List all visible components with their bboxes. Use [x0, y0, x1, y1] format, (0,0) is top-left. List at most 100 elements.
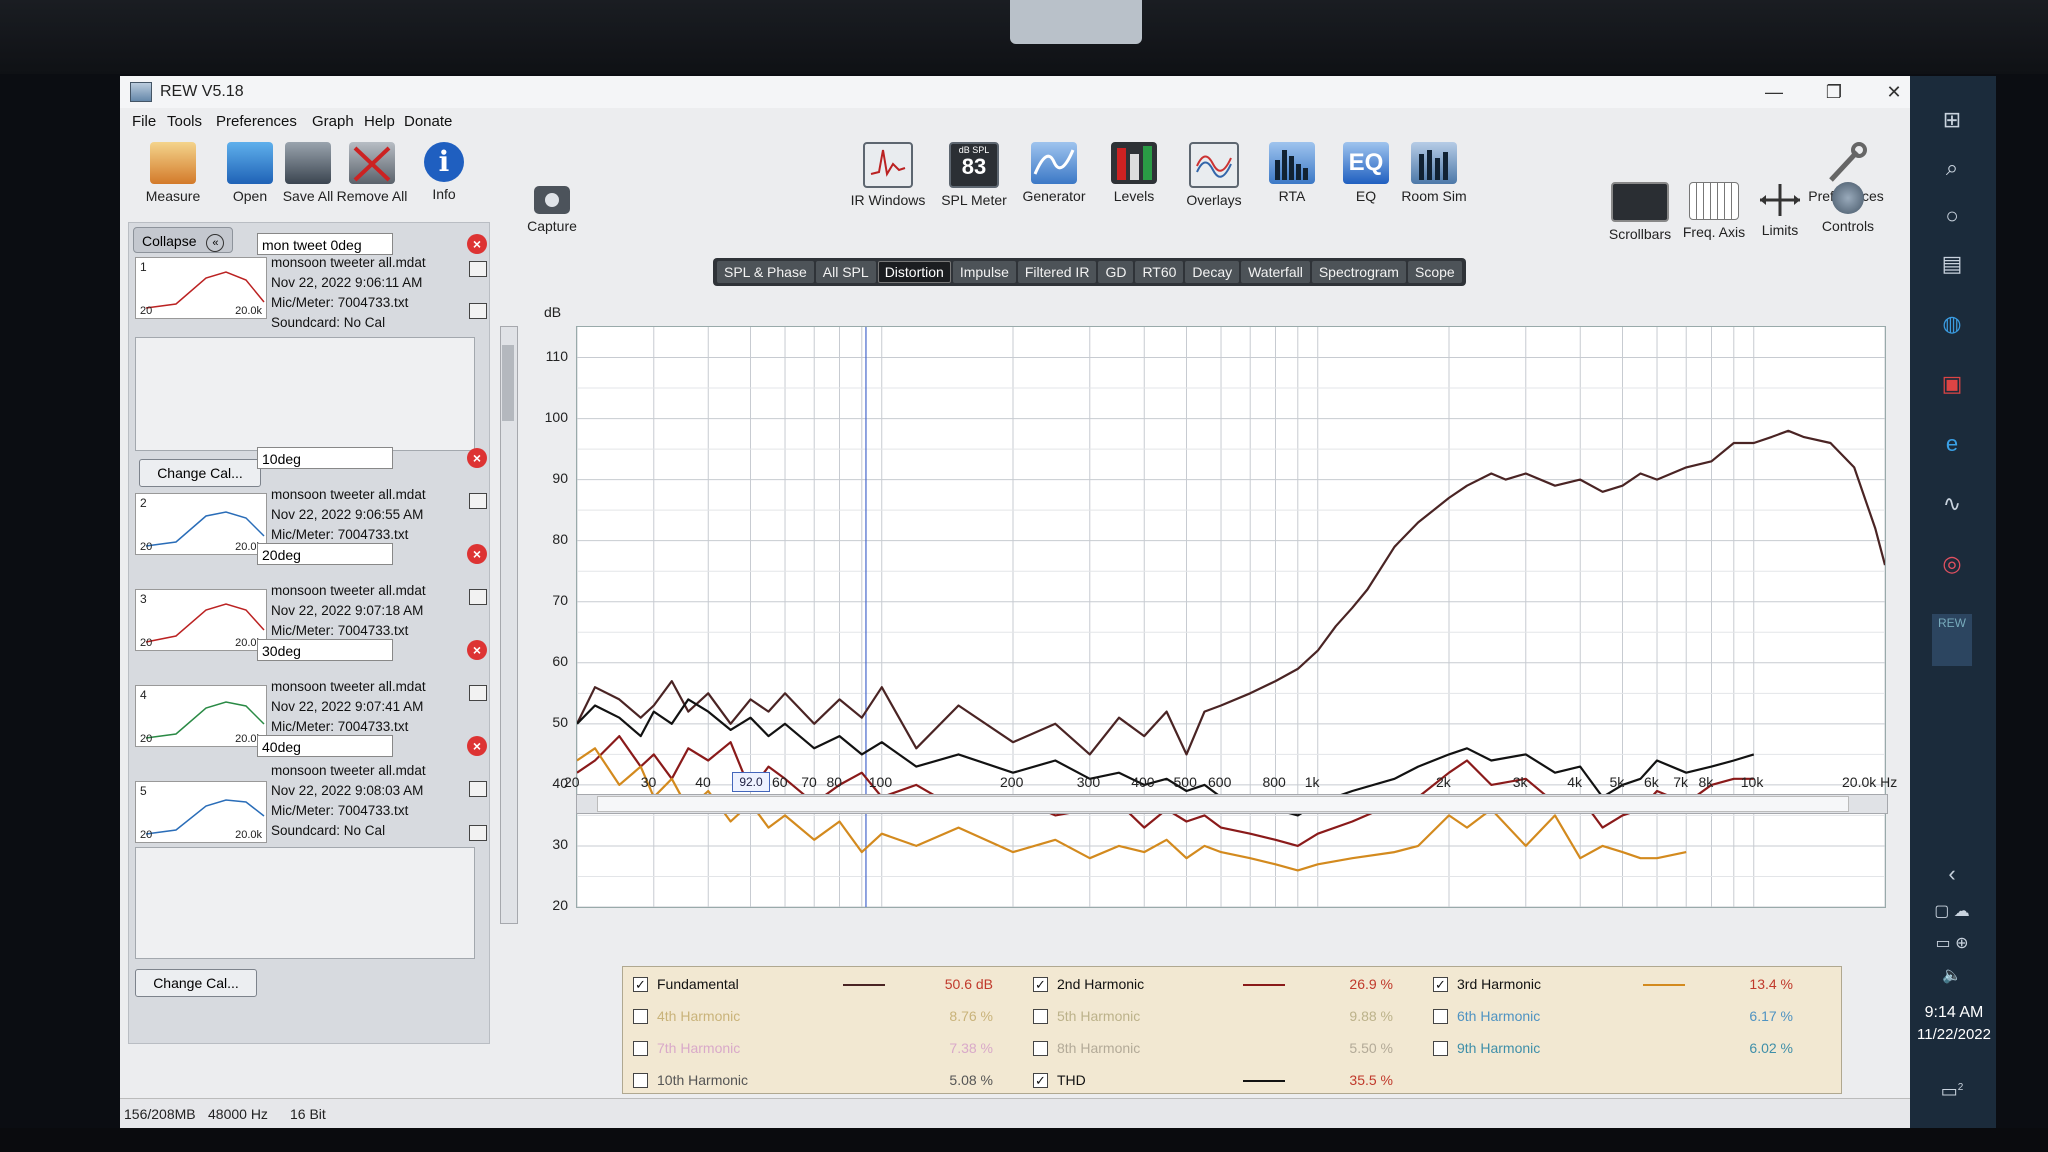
- restore-button[interactable]: ❐: [1806, 79, 1862, 105]
- change-cal-button-5[interactable]: Change Cal...: [135, 969, 257, 997]
- measurement-3-edit-icon[interactable]: [469, 589, 487, 605]
- collapse-button[interactable]: Collapse «: [133, 227, 233, 253]
- 6th-harmonic-checkbox[interactable]: [1433, 1009, 1448, 1024]
- measurement-1-notes[interactable]: [135, 337, 475, 451]
- 8th-harmonic-checkbox[interactable]: [1033, 1041, 1048, 1056]
- measurement-1-name[interactable]: mon tweet 0deg: [257, 233, 393, 255]
- 5th-harmonic-label[interactable]: 5th Harmonic: [1057, 1008, 1140, 1024]
- edge-browser-icon[interactable]: ◍: [1932, 306, 1972, 342]
- search-icon[interactable]: ⌕: [1932, 150, 1972, 186]
- system-tray-icons[interactable]: ▢ ☁: [1932, 894, 1972, 930]
- tab-distortion[interactable]: Distortion: [877, 261, 951, 283]
- cortana-icon[interactable]: ○: [1932, 198, 1972, 234]
- distortion-chart-svg[interactable]: [576, 327, 1887, 908]
- close-button[interactable]: ✕: [1866, 79, 1910, 105]
- chevron-left-icon[interactable]: ‹: [1932, 856, 1972, 892]
- measurement-2-close-icon[interactable]: ×: [467, 448, 487, 468]
- menu-tools[interactable]: Tools: [167, 113, 202, 130]
- minimize-button[interactable]: —: [1746, 79, 1802, 105]
- tab-decay[interactable]: Decay: [1185, 261, 1240, 283]
- plot-scrollbar-thumb[interactable]: [597, 796, 1849, 812]
- measurement-4-name[interactable]: 30deg: [257, 639, 393, 661]
- measurement-2-thumbnail[interactable]: 2 20 20.0k: [135, 493, 267, 555]
- clock-date[interactable]: 11/22/2022: [1912, 1026, 1996, 1043]
- tab-spl-phase[interactable]: SPL & Phase: [717, 261, 814, 283]
- 7th-harmonic-label[interactable]: 7th Harmonic: [657, 1040, 740, 1056]
- rew-taskbar-icon[interactable]: REW: [1932, 614, 1972, 666]
- measurement-1-close-icon[interactable]: ×: [467, 234, 487, 254]
- tab-gd[interactable]: GD: [1098, 261, 1134, 283]
- room-sim-button[interactable]: Room Sim: [1394, 142, 1474, 204]
- measurement-4-edit-icon[interactable]: [469, 685, 487, 701]
- 3rd-harmonic-checkbox[interactable]: ✓: [1433, 977, 1448, 992]
- internet-explorer-icon[interactable]: e: [1932, 426, 1972, 462]
- levels-button[interactable]: Levels: [1094, 142, 1174, 204]
- panel-scrollbar[interactable]: [500, 326, 518, 924]
- 2nd-harmonic-label[interactable]: 2nd Harmonic: [1057, 976, 1144, 992]
- measurement-4-thumbnail[interactable]: 4 20 20.0k: [135, 685, 267, 747]
- scrollbars-button[interactable]: Scrollbars: [1600, 182, 1680, 242]
- ir-windows-button[interactable]: IR Windows: [848, 142, 928, 208]
- panel-scrollbar-thumb[interactable]: [502, 345, 514, 421]
- network-icon[interactable]: ▭ ⊕: [1932, 926, 1972, 962]
- fundamental-label[interactable]: Fundamental: [657, 976, 739, 992]
- menu-donate[interactable]: Donate: [404, 113, 452, 130]
- plot-horizontal-scrollbar[interactable]: [576, 794, 1888, 814]
- measurement-1-edit-icon[interactable]: [469, 261, 487, 277]
- 3rd-harmonic-label[interactable]: 3rd Harmonic: [1457, 976, 1541, 992]
- pulse-app-icon[interactable]: ∿: [1932, 486, 1972, 522]
- measurement-5-notes[interactable]: [135, 847, 475, 959]
- measurement-3-close-icon[interactable]: ×: [467, 544, 487, 564]
- 6th-harmonic-label[interactable]: 6th Harmonic: [1457, 1008, 1540, 1024]
- change-cal-button-1[interactable]: Change Cal...: [139, 459, 261, 487]
- thd-label[interactable]: THD: [1057, 1072, 1086, 1088]
- media-app-icon[interactable]: ◎: [1932, 546, 1972, 582]
- rta-button[interactable]: RTA: [1252, 142, 1332, 204]
- measurement-5-thumbnail[interactable]: 5 20 20.0k: [135, 781, 267, 843]
- 9th-harmonic-checkbox[interactable]: [1433, 1041, 1448, 1056]
- measurement-4-close-icon[interactable]: ×: [467, 640, 487, 660]
- menu-graph[interactable]: Graph: [312, 113, 354, 130]
- tab-spectrogram[interactable]: Spectrogram: [1311, 261, 1406, 283]
- measurement-5-notes-icon[interactable]: [469, 825, 487, 841]
- measurement-2-name[interactable]: 10deg: [257, 447, 393, 469]
- capture-button[interactable]: Capture: [512, 186, 592, 234]
- 7th-harmonic-checkbox[interactable]: [633, 1041, 648, 1056]
- measurement-5-name[interactable]: 40deg: [257, 735, 393, 757]
- generator-button[interactable]: Generator: [1014, 142, 1094, 204]
- 10th-harmonic-label[interactable]: 10th Harmonic: [657, 1072, 748, 1088]
- spl-meter-button[interactable]: dB SPL 83 SPL Meter: [934, 142, 1014, 208]
- 8th-harmonic-label[interactable]: 8th Harmonic: [1057, 1040, 1140, 1056]
- remove-all-button[interactable]: Remove All: [332, 142, 412, 204]
- tab-waterfall[interactable]: Waterfall: [1241, 261, 1310, 283]
- thd-checkbox[interactable]: ✓: [1033, 1073, 1048, 1088]
- 2nd-harmonic-checkbox[interactable]: ✓: [1033, 977, 1048, 992]
- tab-all-spl[interactable]: All SPL: [815, 261, 876, 283]
- distortion-plot[interactable]: [576, 326, 1887, 908]
- 9th-harmonic-label[interactable]: 9th Harmonic: [1457, 1040, 1540, 1056]
- measurement-1-notes-icon[interactable]: [469, 303, 487, 319]
- tab-scope[interactable]: Scope: [1407, 261, 1462, 283]
- tab-impulse[interactable]: Impulse: [952, 261, 1016, 283]
- measurement-5-close-icon[interactable]: ×: [467, 736, 487, 756]
- windows-start-icon[interactable]: ⊞: [1932, 102, 1972, 138]
- tab-rt60[interactable]: RT60: [1135, 261, 1184, 283]
- measurement-3-thumbnail[interactable]: 3 20 20.0k: [135, 589, 267, 651]
- menu-preferences[interactable]: Preferences: [216, 113, 297, 130]
- tab-filtered-ir[interactable]: Filtered IR: [1017, 261, 1097, 283]
- measure-button[interactable]: Measure: [133, 142, 213, 204]
- 5th-harmonic-checkbox[interactable]: [1033, 1009, 1048, 1024]
- task-view-icon[interactable]: ▤: [1932, 246, 1972, 282]
- store-icon[interactable]: ▣: [1932, 366, 1972, 402]
- 10th-harmonic-checkbox[interactable]: [633, 1073, 648, 1088]
- overlays-button[interactable]: Overlays: [1174, 142, 1254, 208]
- 4th-harmonic-label[interactable]: 4th Harmonic: [657, 1008, 740, 1024]
- measurement-2-edit-icon[interactable]: [469, 493, 487, 509]
- menu-file[interactable]: File: [132, 113, 156, 130]
- menu-help[interactable]: Help: [364, 113, 395, 130]
- volume-icon[interactable]: 🔈: [1932, 958, 1972, 994]
- controls-button[interactable]: Controls: [1808, 182, 1888, 234]
- info-button[interactable]: i Info: [404, 142, 484, 202]
- 4th-harmonic-checkbox[interactable]: [633, 1009, 648, 1024]
- measurement-1-thumbnail[interactable]: 1 20 20.0k: [135, 257, 267, 319]
